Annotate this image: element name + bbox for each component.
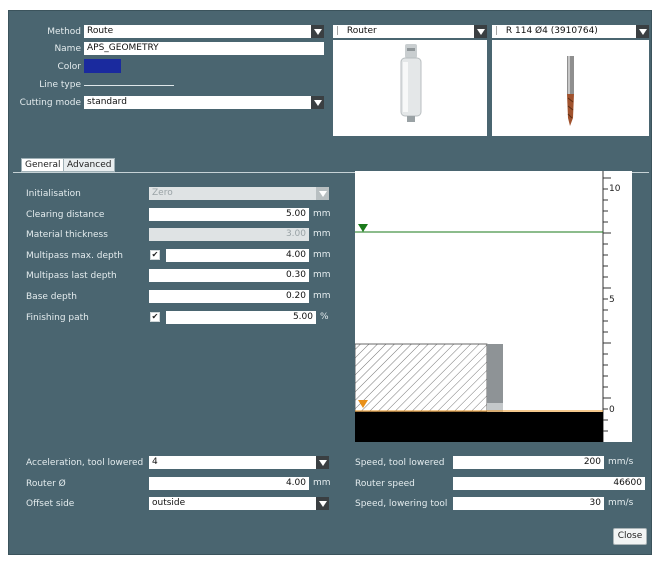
- base-depth-label: Base depth: [26, 292, 77, 302]
- scale-label-0: 0: [609, 405, 615, 415]
- speed-tool-lowered-field[interactable]: 200: [453, 456, 604, 469]
- clearing-distance-unit: mm: [313, 209, 331, 219]
- method-value: Route: [87, 26, 114, 36]
- router-speed-field[interactable]: 46600: [453, 477, 645, 490]
- multipass-last-depth-field[interactable]: 0.30: [149, 269, 309, 282]
- bit-value: R 114 Ø4 (3910764): [505, 26, 598, 36]
- clearing-level-marker-icon: [358, 224, 368, 232]
- initialisation-dropdown[interactable]: Zero: [149, 187, 329, 200]
- cutting-mode-value: standard: [87, 97, 127, 107]
- multipass-max-depth-label: Multipass max. depth: [26, 251, 123, 261]
- base-depth-field[interactable]: 0.20: [149, 290, 309, 303]
- multipass-last-depth-unit: mm: [313, 270, 331, 280]
- initialisation-label: Initialisation: [26, 189, 81, 199]
- finishing-path-checkbox[interactable]: ✔: [150, 312, 160, 322]
- bit-dropdown[interactable]: | R 114 Ø4 (3910764): [492, 25, 649, 38]
- chevron-down-icon[interactable]: [316, 187, 329, 200]
- finishing-path-field[interactable]: 5.00: [166, 311, 316, 324]
- depth-preview-panel: 10 5 0: [354, 171, 632, 442]
- router-icon: [400, 44, 422, 122]
- speed-tool-lowered-unit: mm/s: [608, 457, 634, 467]
- router-speed-label: Router speed: [355, 479, 415, 489]
- material-thickness-unit: mm: [313, 229, 331, 239]
- router-diameter-field[interactable]: 4.00: [149, 477, 309, 490]
- base-depth-unit: mm: [313, 291, 331, 301]
- line-type-sample[interactable]: [84, 85, 174, 86]
- speed-lowering-tool-unit: mm/s: [608, 498, 634, 508]
- chevron-down-icon[interactable]: [636, 25, 649, 38]
- method-label: Method: [47, 27, 81, 37]
- method-dropdown[interactable]: Route: [84, 25, 324, 38]
- route-settings-dialog: Method Route Name APS_GEOMETRY Color Lin…: [8, 10, 652, 555]
- finishing-path-unit: %: [320, 312, 329, 322]
- name-label: Name: [54, 44, 81, 54]
- tab-general[interactable]: General: [21, 158, 65, 172]
- router-bit-icon: [567, 56, 574, 126]
- line-type-label: Line type: [39, 80, 81, 90]
- speed-lowering-tool-label: Speed, lowering tool: [355, 499, 448, 509]
- pipe-icon: |: [495, 26, 499, 36]
- initialisation-value: Zero: [152, 188, 173, 198]
- pipe-icon: |: [336, 26, 340, 36]
- material-cut-area: [354, 343, 488, 413]
- acceleration-value: 4: [152, 457, 158, 467]
- name-value: APS_GEOMETRY: [87, 43, 159, 53]
- router-dropdown[interactable]: | Router: [333, 25, 487, 38]
- name-field[interactable]: APS_GEOMETRY: [84, 42, 324, 55]
- multipass-last-depth-label: Multipass last depth: [26, 271, 117, 281]
- chevron-down-icon[interactable]: [316, 456, 329, 469]
- bit-image-panel: [492, 40, 649, 136]
- color-swatch[interactable]: [84, 59, 121, 73]
- offset-side-dropdown[interactable]: outside: [149, 497, 329, 510]
- clearing-distance-label: Clearing distance: [26, 210, 105, 220]
- multipass-max-depth-checkbox[interactable]: ✔: [150, 250, 160, 260]
- cutting-mode-label: Cutting mode: [19, 98, 81, 108]
- acceleration-dropdown[interactable]: 4: [149, 456, 329, 469]
- chevron-down-icon[interactable]: [311, 25, 324, 38]
- material-thickness-label: Material thickness: [26, 230, 108, 240]
- scale-label-10: 10: [609, 184, 621, 194]
- scale-label-5: 5: [609, 295, 615, 305]
- offset-side-label: Offset side: [26, 499, 75, 509]
- speed-lowering-tool-field[interactable]: 30: [453, 497, 604, 510]
- close-button[interactable]: Close: [613, 528, 647, 545]
- tab-advanced[interactable]: Advanced: [63, 158, 116, 172]
- offset-side-value: outside: [152, 498, 186, 508]
- speed-tool-lowered-label: Speed, tool lowered: [355, 458, 445, 468]
- cutting-mode-dropdown[interactable]: standard: [84, 96, 324, 109]
- finishing-path-label: Finishing path: [26, 313, 89, 323]
- base-material: [355, 412, 603, 442]
- router-value: Router: [346, 26, 377, 36]
- color-label: Color: [57, 62, 82, 72]
- multipass-max-depth-unit: mm: [313, 250, 331, 260]
- multipass-max-depth-field[interactable]: 4.00: [166, 249, 309, 262]
- router-bit-shape: [487, 344, 503, 412]
- router-image-panel: [333, 40, 487, 136]
- chevron-down-icon[interactable]: [311, 96, 324, 109]
- chevron-down-icon[interactable]: [316, 497, 329, 510]
- router-diameter-label: Router Ø: [26, 479, 66, 489]
- chevron-down-icon[interactable]: [474, 25, 487, 38]
- acceleration-label: Acceleration, tool lowered: [26, 458, 144, 468]
- material-thickness-field[interactable]: 3.00: [149, 228, 309, 241]
- clearing-distance-field[interactable]: 5.00: [149, 208, 309, 221]
- router-diameter-unit: mm: [313, 478, 331, 488]
- depth-preview: 10 5 0: [354, 171, 621, 442]
